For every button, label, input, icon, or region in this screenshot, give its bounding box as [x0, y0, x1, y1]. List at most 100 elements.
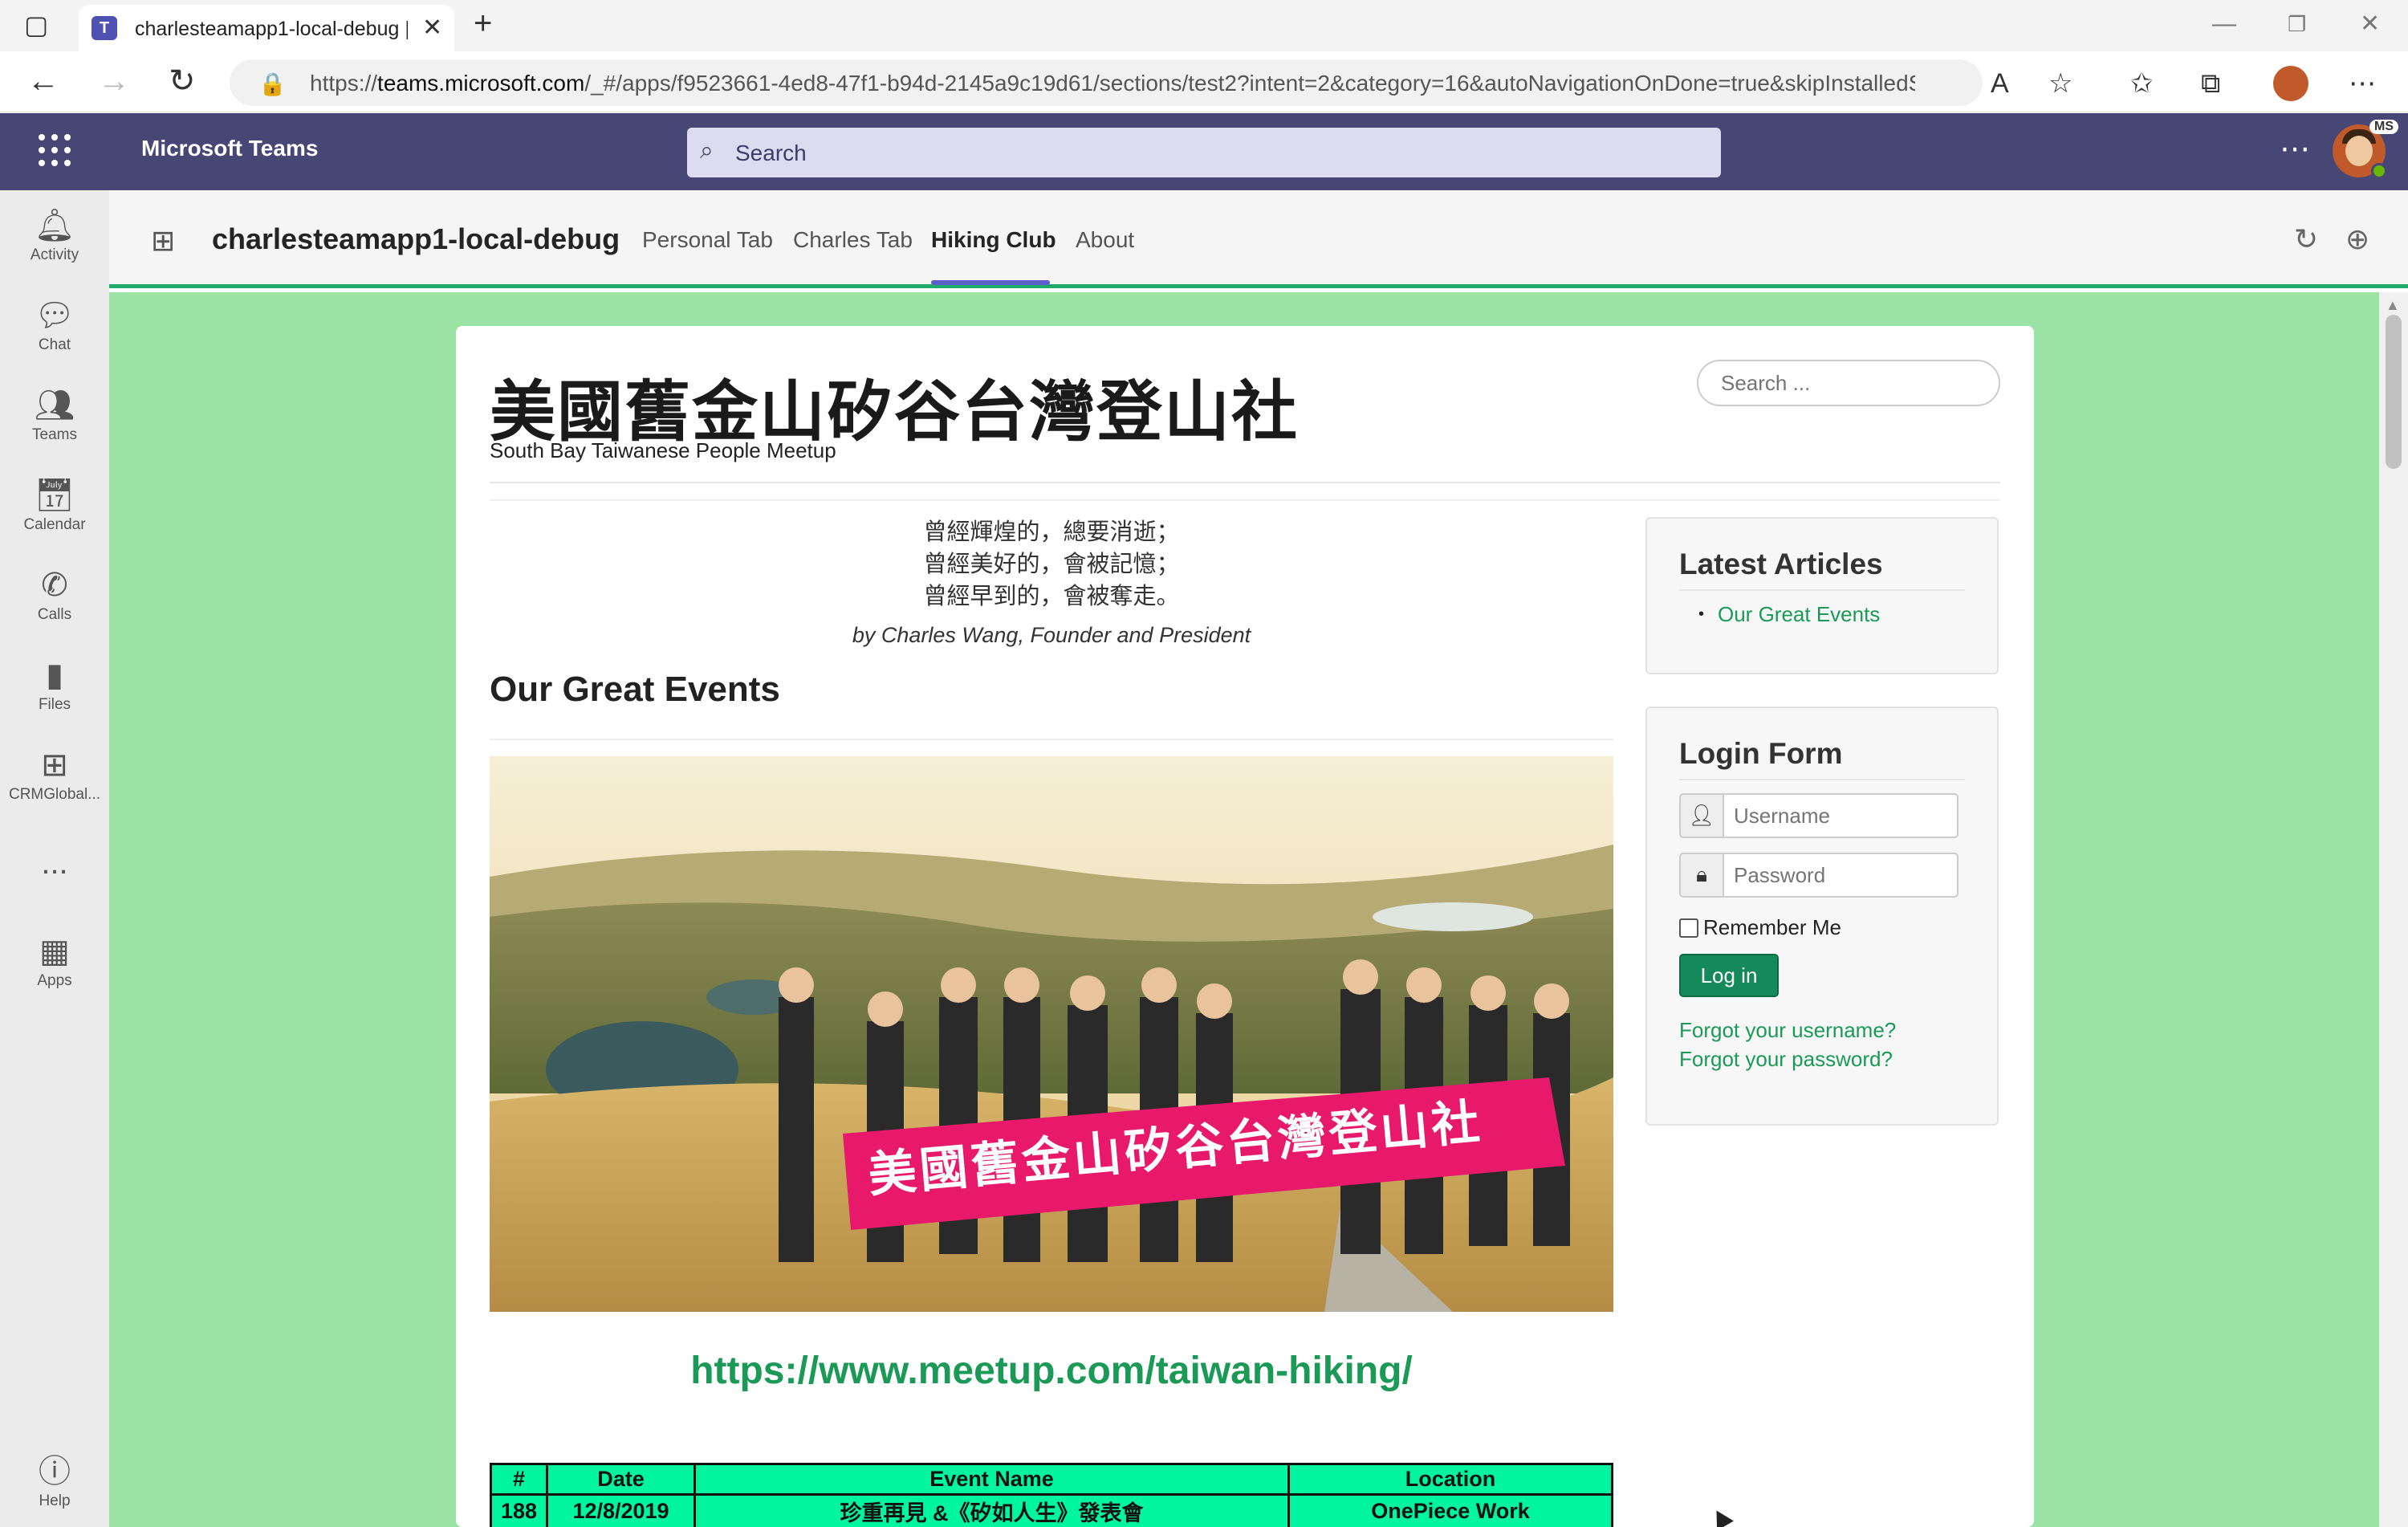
latest-articles-box: Latest Articles • Our Great Events: [1645, 517, 1999, 674]
site-subtitle: South Bay Taiwanese People Meetup: [490, 438, 836, 462]
article-link[interactable]: Our Great Events: [1718, 602, 1880, 627]
rail-label: CRMGlobal...: [8, 786, 101, 803]
close-window-icon[interactable]: ✕: [2360, 8, 2380, 40]
file-icon: ▮: [45, 658, 63, 693]
forgot-password-link[interactable]: Forgot your password?: [1679, 1047, 1893, 1072]
poem: 曾經輝煌的，總要消逝； 曾經美好的，會被記憶； 曾經早到的，會被奪走。: [490, 515, 1613, 612]
app-icon: ⊞: [41, 747, 68, 783]
url-text: https://teams.microsoft.com/_#/apps/f952…: [310, 71, 1915, 96]
rail-label: Calendar: [23, 516, 86, 533]
app-name: charlesteamapp1-local-debug: [212, 222, 620, 255]
divider: [490, 739, 1613, 740]
rail-item-chat[interactable]: 💬︎ Chat: [0, 296, 109, 354]
org-badge: MS: [2369, 120, 2398, 134]
lock-icon: 🔒: [258, 71, 287, 96]
more-icon: ...: [41, 845, 68, 881]
events-table: # Date Event Name Location 188 12/8/2019…: [490, 1463, 1613, 1527]
password-group: 🔒︎: [1679, 853, 1959, 898]
presence-status-icon: [2371, 163, 2387, 179]
more-options-icon[interactable]: ⋯: [2280, 131, 2310, 167]
restore-icon[interactable]: ❐: [2288, 8, 2306, 40]
app-grid-icon: ⊞: [151, 224, 176, 257]
login-button[interactable]: Log in: [1679, 954, 1779, 997]
help-icon: ⓘ: [39, 1454, 71, 1489]
bell-icon: 🔔︎: [34, 208, 75, 243]
scrollbar[interactable]: [2379, 292, 2408, 1527]
search-placeholder: Search: [735, 140, 807, 165]
col-header: Location: [1287, 1463, 1613, 1496]
reload-icon[interactable]: ↻: [2294, 222, 2318, 256]
scroll-up-icon[interactable]: ▲: [2386, 297, 2400, 314]
rail-item-activity[interactable]: 🔔︎ Activity: [0, 206, 109, 264]
forward-icon[interactable]: →: [98, 63, 130, 100]
site-search-input[interactable]: [1697, 360, 2000, 406]
login-form-title: Login Form: [1679, 737, 1843, 770]
tab-about[interactable]: About: [1076, 227, 1134, 253]
forgot-username-link[interactable]: Forgot your username?: [1679, 1018, 1896, 1043]
rail-item-apps[interactable]: ▦ Apps: [0, 932, 109, 990]
group-hiking-photo: 美國舊金山矽谷台灣登山社: [490, 756, 1613, 1312]
rail-label: Teams: [32, 426, 77, 443]
search-icon: ⌕: [700, 137, 714, 164]
password-input[interactable]: [1724, 853, 1959, 898]
rail-item-calls[interactable]: ✆ Calls: [0, 566, 109, 624]
rail-item-calendar[interactable]: 📅︎ Calendar: [0, 476, 109, 534]
username-group: 👤︎: [1679, 793, 1959, 838]
login-form-box: Login Form 👤︎ 🔒︎ Remember Me Log in Forg…: [1645, 706, 1999, 1126]
tab-actions-icon[interactable]: ▢: [24, 6, 48, 43]
remember-me-checkbox[interactable]: [1679, 918, 1698, 938]
rail-item-help[interactable]: ⓘ Help: [0, 1452, 109, 1510]
tab-hiking-club[interactable]: Hiking Club: [931, 227, 1056, 253]
scroll-thumb[interactable]: [2386, 315, 2402, 469]
meetup-link[interactable]: https://www.meetup.com/taiwan-hiking/: [490, 1349, 1613, 1393]
app-launcher-icon[interactable]: [39, 134, 71, 166]
globe-icon[interactable]: ⊕: [2345, 222, 2369, 256]
new-tab-icon[interactable]: +: [474, 5, 492, 42]
rail-label: Chat: [38, 336, 71, 353]
teams-icon: 👥︎: [34, 388, 75, 423]
url-field[interactable]: 🔒 https://teams.microsoft.com/_#/apps/f9…: [230, 59, 1983, 106]
browser-menu-icon[interactable]: ⋯: [2349, 67, 2376, 100]
app-header: ⊞ charlesteamapp1-local-debug Personal T…: [109, 190, 2408, 288]
rail-label: Activity: [30, 246, 79, 263]
divider: [1679, 589, 1965, 591]
teams-search-input[interactable]: ⌕ Search: [687, 128, 1721, 177]
chat-icon: 💬︎: [34, 298, 75, 333]
poem-line: 曾經美好的，會被記憶；: [923, 550, 1180, 577]
add-favorite-icon[interactable]: ☆: [2048, 67, 2072, 100]
remember-me-label: Remember Me: [1703, 915, 1841, 939]
poem-line: 曾經早到的，會被奪走。: [923, 582, 1180, 609]
section-title: Our Great Events: [490, 670, 780, 709]
tab-charles[interactable]: Charles Tab: [793, 227, 913, 253]
username-input[interactable]: [1724, 793, 1959, 838]
table-cell: OnePiece Work: [1287, 1493, 1613, 1527]
teams-brand: Microsoft Teams: [141, 136, 319, 161]
divider: [490, 482, 2000, 483]
teams-logo-icon: T: [92, 16, 117, 40]
rail-item-teams[interactable]: 👥︎ Teams: [0, 386, 109, 444]
minimize-icon[interactable]: —: [2212, 8, 2236, 40]
browser-tab[interactable]: T charlesteamapp1-local-debug | M ✕: [79, 5, 454, 51]
table-cell: 珍重再見 &《矽如人生》發表會: [694, 1493, 1290, 1527]
table-row: 188 12/8/2019 珍重再見 &《矽如人生》發表會 OnePiece W…: [490, 1493, 1613, 1527]
rail-item-files[interactable]: ▮ Files: [0, 656, 109, 714]
collections-icon[interactable]: ⧉: [2201, 67, 2220, 100]
user-icon: 👤︎: [1679, 793, 1724, 838]
refresh-icon[interactable]: ↻: [169, 63, 196, 100]
calendar-icon: 📅︎: [34, 478, 75, 513]
browser-tab-strip: ▢ T charlesteamapp1-local-debug | M ✕ + …: [0, 0, 2408, 51]
rail-item-more[interactable]: ...: [0, 844, 109, 882]
profile-avatar-icon[interactable]: [2273, 66, 2308, 101]
col-header: #: [490, 1463, 548, 1496]
close-tab-icon[interactable]: ✕: [422, 13, 442, 43]
col-header: Date: [546, 1463, 696, 1496]
read-aloud-icon[interactable]: A: [1991, 67, 2009, 100]
col-header: Event Name: [694, 1463, 1290, 1496]
back-icon[interactable]: ←: [27, 63, 59, 100]
divider: [490, 499, 2000, 501]
rail-item-crmglobal[interactable]: ⊞ CRMGlobal...: [0, 746, 109, 804]
favorites-icon[interactable]: ✩: [2130, 67, 2154, 100]
tab-personal[interactable]: Personal Tab: [642, 227, 773, 253]
poem-line: 曾經輝煌的，總要消逝；: [923, 518, 1180, 545]
byline: by Charles Wang, Founder and President: [852, 623, 1251, 647]
